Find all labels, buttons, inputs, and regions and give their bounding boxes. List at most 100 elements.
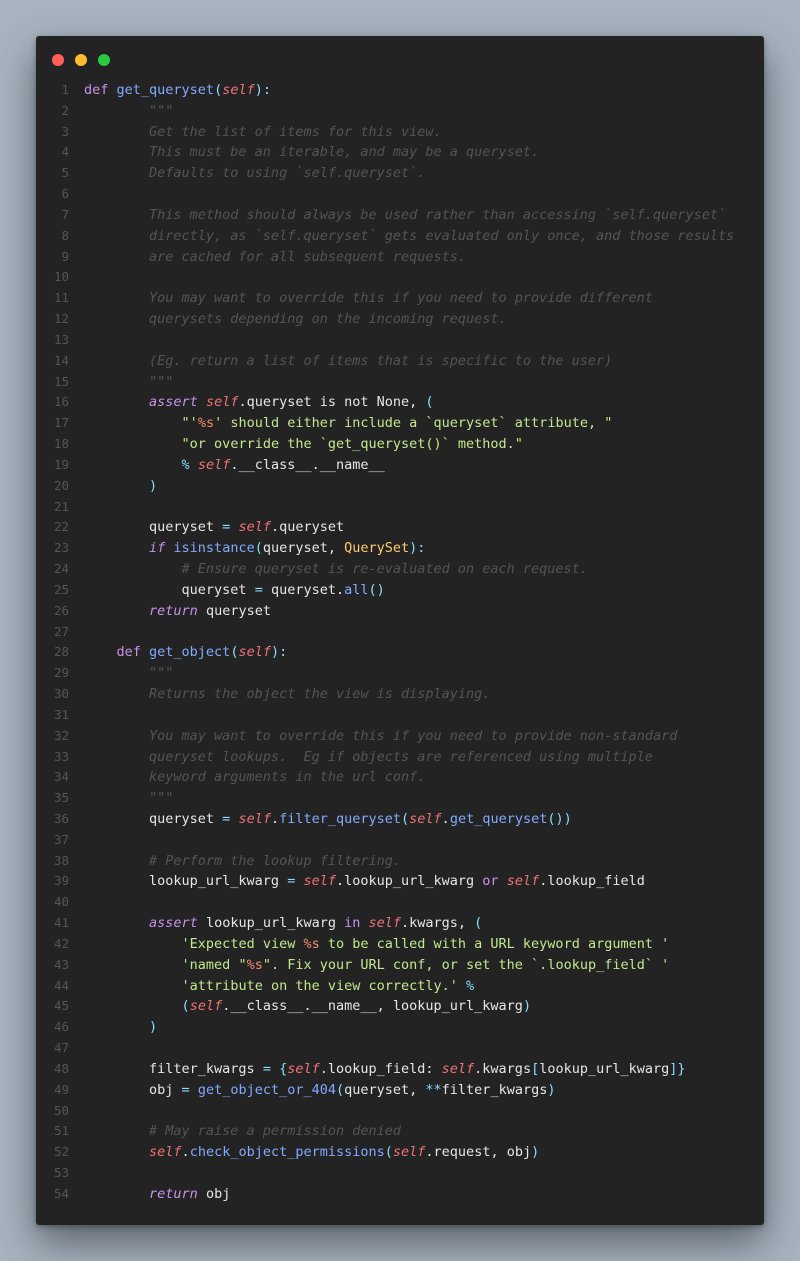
code-token: ): xyxy=(409,540,426,557)
code-line: 30 Returns the object the view is displa… xyxy=(36,684,764,705)
code-window: 1 def get_queryset(self): 2 """ 3 Get the l… xyxy=(36,36,764,1225)
line-number: 42 xyxy=(53,935,69,951)
code-token: if xyxy=(149,540,174,557)
code-line: 11 You may want to override this if you … xyxy=(36,288,764,309)
code-token: ( xyxy=(384,1144,393,1161)
code-token: all xyxy=(344,581,369,598)
code-token: self xyxy=(441,1060,475,1077)
line-number: 27 xyxy=(53,623,69,639)
code-token: self xyxy=(392,1144,426,1161)
code-line: 53 xyxy=(36,1163,764,1184)
minimize-window-button[interactable] xyxy=(75,54,87,66)
code-line: 29 """ xyxy=(36,663,764,684)
code-line-text: """ xyxy=(84,788,173,809)
code-line-text: """ xyxy=(84,663,173,684)
line-number: 54 xyxy=(53,1185,69,1201)
code-token: queryset xyxy=(84,519,223,536)
code-line: 27 xyxy=(36,622,764,643)
code-token: 'Expected view xyxy=(181,935,304,952)
code-token: ( xyxy=(474,915,483,932)
line-number: 25 xyxy=(53,581,69,597)
code-line: 14 (Eg. return a list of items that is s… xyxy=(36,351,764,372)
code-token: You may want to override this if you nee… xyxy=(84,727,678,744)
code-token: Defaults to using `self.queryset`. xyxy=(84,165,426,182)
code-token: Get the list of items for this view. xyxy=(84,123,442,140)
code-token: queryset xyxy=(84,810,223,827)
code-token: ** xyxy=(425,1081,442,1098)
line-number: 16 xyxy=(53,394,69,410)
line-number: 30 xyxy=(53,686,69,702)
line-number: 19 xyxy=(53,456,69,472)
code-line: 49 obj = get_object_or_404(queryset, **f… xyxy=(36,1080,764,1101)
line-number: 50 xyxy=(53,1102,69,1118)
code-line: 26 return queryset xyxy=(36,601,764,622)
code-line-text: (self.__class__.__name__, lookup_url_kwa… xyxy=(84,996,532,1017)
code-line: 4 This must be an iterable, and may be a… xyxy=(36,142,764,163)
code-token: is not xyxy=(319,394,377,411)
code-token: ' should either include a `queryset` att… xyxy=(214,415,613,432)
code-token: def xyxy=(84,644,150,661)
code-line: 38 # Perform the lookup filtering. xyxy=(36,851,764,872)
line-number: 8 xyxy=(61,227,69,243)
code-token: isinstance xyxy=(173,540,255,557)
code-token: get_queryset xyxy=(449,810,548,827)
code-line: 36 queryset = self.filter_queryset(self.… xyxy=(36,809,764,830)
code-line: 50 xyxy=(36,1101,764,1122)
line-number: 35 xyxy=(53,790,69,806)
zoom-window-button[interactable] xyxy=(98,54,110,66)
line-number: 4 xyxy=(61,144,69,160)
line-number: 3 xyxy=(61,123,69,139)
code-line-text: 'named "%s". Fix your URL conf, or set t… xyxy=(84,955,670,976)
code-token: .kwargs, xyxy=(401,915,475,932)
code-line-text: This method should always be used rather… xyxy=(84,205,726,226)
close-window-button[interactable] xyxy=(52,54,64,66)
code-line: 12 querysets depending on the incoming r… xyxy=(36,309,764,330)
code-token: = xyxy=(181,1081,198,1098)
code-line-text: return queryset xyxy=(84,601,271,622)
code-line-text: if isinstance(queryset, QuerySet): xyxy=(84,538,425,559)
line-number: 26 xyxy=(53,602,69,618)
line-number: 40 xyxy=(53,894,69,910)
code-token: return xyxy=(149,602,206,619)
code-token: assert xyxy=(149,394,206,411)
line-number: 13 xyxy=(53,331,69,347)
code-line-text: return obj xyxy=(84,1184,230,1205)
code-line: 33 queryset lookups. Eg if objects are r… xyxy=(36,747,764,768)
line-number: 48 xyxy=(53,1060,69,1076)
line-number: 34 xyxy=(53,769,69,785)
code-line: 42 'Expected view %s to be called with a… xyxy=(36,934,764,955)
line-number: 33 xyxy=(53,748,69,764)
line-number: 23 xyxy=(53,540,69,556)
code-line-text: # May raise a permission denied xyxy=(84,1121,401,1142)
code-token: None xyxy=(376,394,410,411)
code-token: ): xyxy=(254,82,271,98)
code-token: are cached for all subsequent requests. xyxy=(84,248,467,265)
code-token: assert xyxy=(149,915,206,932)
code-token: """ xyxy=(84,373,174,390)
code-line-text: # Ensure queryset is re-evaluated on eac… xyxy=(84,559,588,580)
code-line-text: You may want to override this if you nee… xyxy=(84,288,653,309)
code-editor[interactable]: 1 def get_queryset(self): 2 """ 3 Get the l… xyxy=(36,80,764,1205)
code-line-text: """ xyxy=(84,101,173,122)
code-token: ( xyxy=(335,1081,345,1098)
code-line: 5 Defaults to using `self.queryset`. xyxy=(36,163,764,184)
code-line-text: queryset = self.filter_queryset(self.get… xyxy=(84,809,572,830)
code-token: get_queryset xyxy=(116,82,215,98)
code-token: directly, as `self.queryset` gets evalua… xyxy=(84,227,735,244)
code-token: .__class__.__name__, lookup_url_kwarg xyxy=(222,998,523,1015)
code-line: 20 ) xyxy=(36,476,764,497)
code-token: lookup_url_kwarg xyxy=(205,915,345,932)
code-line-text: querysets depending on the incoming requ… xyxy=(84,309,507,330)
code-token: . xyxy=(270,810,280,827)
code-line-text: This must be an iterable, and may be a q… xyxy=(84,142,539,163)
code-line-text: # Perform the lookup filtering. xyxy=(84,851,401,872)
code-token: ()) xyxy=(547,810,572,827)
line-number: 20 xyxy=(53,477,69,493)
code-token: ( xyxy=(401,810,410,827)
line-number: 51 xyxy=(53,1123,69,1139)
code-token: = xyxy=(287,873,304,890)
